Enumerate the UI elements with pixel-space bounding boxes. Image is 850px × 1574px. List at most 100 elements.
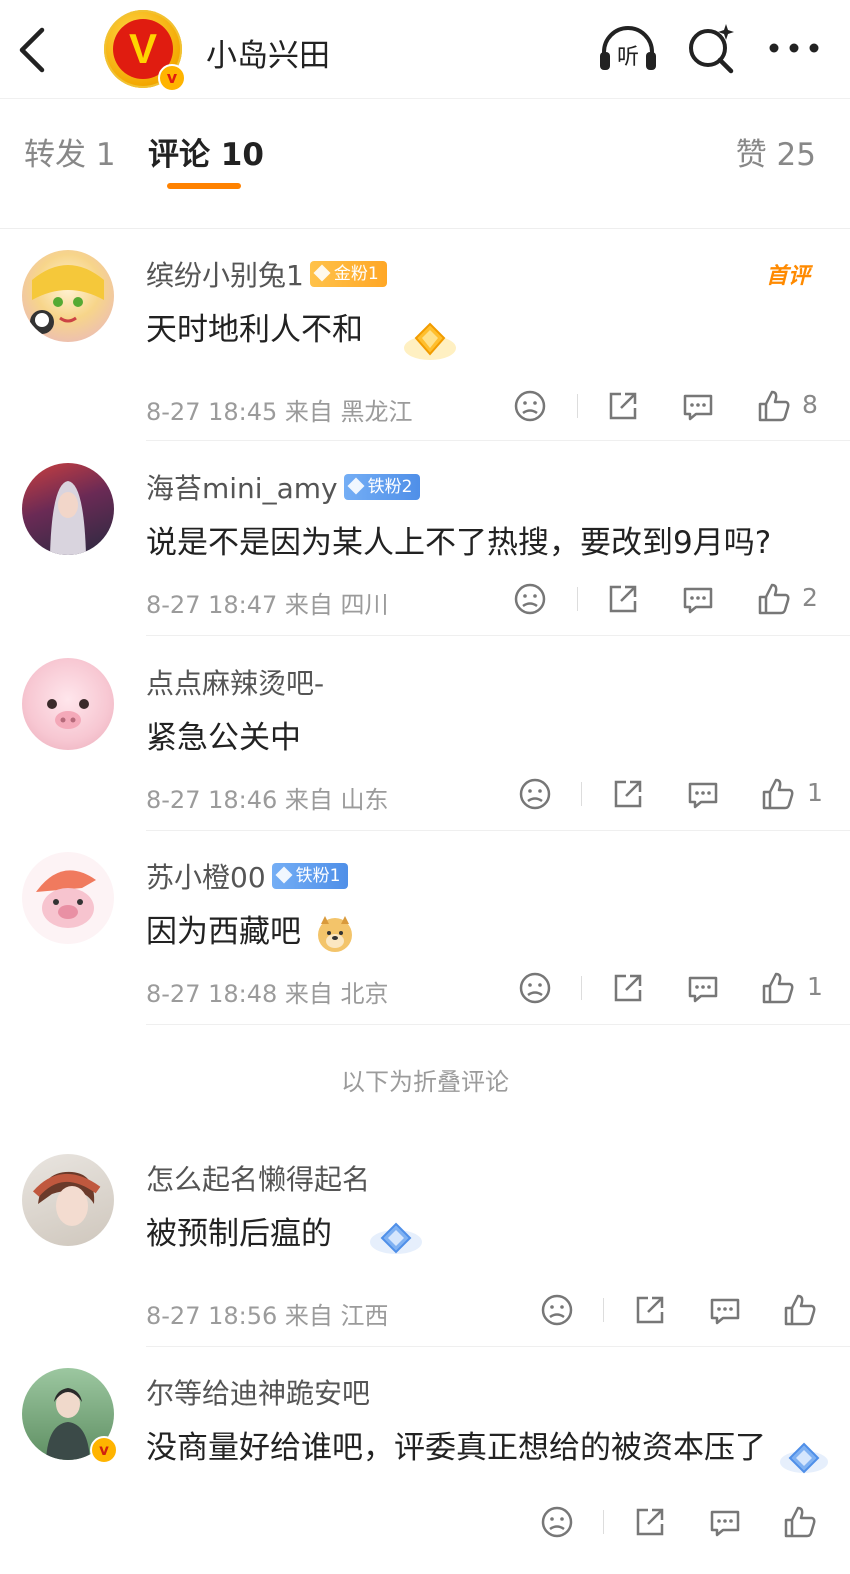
share-icon[interactable] bbox=[605, 388, 641, 424]
comment-actions: 1 bbox=[517, 776, 837, 812]
dislike-face-icon[interactable] bbox=[512, 581, 548, 617]
like-count: 2 bbox=[802, 583, 818, 612]
dislike-face-icon[interactable] bbox=[517, 970, 553, 1006]
comment-divider bbox=[146, 1024, 850, 1025]
share-icon[interactable] bbox=[610, 776, 646, 812]
comment-username[interactable]: 缤纷小别兔1 金粉1 bbox=[146, 254, 387, 294]
comment-text: 因为西藏吧 bbox=[146, 906, 355, 954]
top-bar: V v 小岛兴田 听 bbox=[0, 0, 850, 98]
share-icon[interactable] bbox=[605, 581, 641, 617]
dislike-face-icon[interactable] bbox=[512, 388, 548, 424]
user-avatar[interactable] bbox=[22, 658, 114, 750]
comment-divider bbox=[146, 830, 850, 831]
user-avatar[interactable] bbox=[22, 1154, 114, 1246]
comment-meta: 8-27 18:46 来自 山东 bbox=[146, 780, 389, 815]
comment-text: 紧急公关中 bbox=[146, 720, 301, 756]
comment-text: 没商量好给谁吧，评委真正想给的被资本压了 bbox=[146, 1430, 766, 1466]
action-separator bbox=[603, 1510, 604, 1534]
reply-comment-icon[interactable] bbox=[707, 1292, 743, 1328]
comment-meta: 8-27 18:45 来自 黑龙江 bbox=[146, 392, 413, 427]
fan-badge: 铁粉1 bbox=[271, 863, 349, 889]
user-avatar[interactable] bbox=[22, 463, 114, 555]
tab-bar: 转发 1 评论 10 赞 25 bbox=[0, 98, 850, 195]
active-tab-indicator bbox=[167, 183, 241, 189]
username-text[interactable]: 尔等给迪神跪安吧 bbox=[146, 1377, 370, 1410]
comment-time: 8-27 18:56 bbox=[146, 1302, 278, 1330]
username-text[interactable]: 苏小橙00 bbox=[146, 861, 266, 894]
username-text[interactable]: 怎么起名懒得起名 bbox=[146, 1163, 370, 1196]
share-icon[interactable] bbox=[632, 1504, 668, 1540]
comment-time: 8-27 18:48 bbox=[146, 980, 278, 1008]
like-thumb-icon[interactable] bbox=[760, 970, 796, 1006]
comment-location: 来自 山东 bbox=[284, 786, 389, 814]
comment-text: 天时地利人不和 bbox=[146, 312, 363, 348]
dislike-face-icon[interactable] bbox=[539, 1292, 575, 1328]
action-separator bbox=[577, 587, 578, 611]
action-separator bbox=[603, 1298, 604, 1322]
comment-username[interactable]: 尔等给迪神跪安吧 bbox=[146, 1372, 370, 1412]
avatar-cartoon-icon bbox=[30, 265, 104, 334]
previous-comment-cutoff bbox=[0, 194, 850, 229]
like-thumb-icon[interactable] bbox=[782, 1504, 818, 1540]
dislike-face-icon[interactable] bbox=[517, 776, 553, 812]
comment-actions bbox=[539, 1504, 839, 1540]
tab-comments[interactable]: 评论 10 bbox=[148, 129, 264, 174]
comment-text: 说是不是因为某人上不了热搜，要改到9月吗? bbox=[146, 525, 772, 561]
like-count: 1 bbox=[807, 778, 823, 807]
comment-meta: 8-27 18:56 来自 江西 bbox=[146, 1296, 389, 1331]
action-separator bbox=[581, 782, 582, 806]
username-text[interactable]: 缤纷小别兔1 bbox=[146, 259, 304, 292]
page-title: 小岛兴田 bbox=[206, 38, 330, 74]
fan-badge: 金粉1 bbox=[309, 261, 387, 287]
reply-comment-icon[interactable] bbox=[685, 970, 721, 1006]
verified-badge-icon: v bbox=[90, 1436, 118, 1464]
listen-label: 听 bbox=[617, 45, 639, 70]
user-avatar[interactable] bbox=[22, 852, 114, 944]
comment-location: 来自 四川 bbox=[284, 591, 389, 619]
pig-face-icon bbox=[47, 699, 89, 729]
search-icon[interactable] bbox=[686, 22, 736, 74]
comment-actions: 1 bbox=[517, 970, 837, 1006]
action-separator bbox=[577, 394, 578, 418]
like-thumb-icon[interactable] bbox=[782, 1292, 818, 1328]
action-separator bbox=[581, 976, 582, 1000]
like-thumb-icon[interactable] bbox=[760, 776, 796, 812]
share-icon[interactable] bbox=[610, 970, 646, 1006]
reply-comment-icon[interactable] bbox=[707, 1504, 743, 1540]
comment-divider bbox=[146, 1346, 850, 1347]
pig-cap-icon bbox=[36, 870, 96, 928]
folded-comments-label[interactable]: 以下为折叠评论 bbox=[0, 1062, 850, 1097]
reply-comment-icon[interactable] bbox=[685, 776, 721, 812]
comment-text-body: 因为西藏吧 bbox=[146, 914, 301, 950]
iron-fan-decoration-icon bbox=[370, 1222, 422, 1254]
tab-reposts[interactable]: 转发 1 bbox=[24, 129, 116, 174]
account-avatar[interactable]: V v bbox=[104, 10, 186, 92]
comment-time: 8-27 18:47 bbox=[146, 591, 278, 619]
like-count: 1 bbox=[807, 972, 823, 1001]
comment-divider bbox=[146, 635, 850, 636]
listen-headphones-icon[interactable]: 听 bbox=[598, 22, 658, 74]
like-thumb-icon[interactable] bbox=[756, 581, 792, 617]
back-arrow-icon[interactable] bbox=[14, 24, 54, 76]
tab-likes[interactable]: 赞 25 bbox=[736, 129, 816, 174]
username-text[interactable]: 点点麻辣烫吧- bbox=[146, 667, 324, 700]
comment-username[interactable]: 怎么起名懒得起名 bbox=[146, 1158, 370, 1198]
avatar-portrait-icon bbox=[32, 1171, 101, 1226]
doge-emoji-icon bbox=[317, 915, 352, 952]
comment-meta: 8-27 18:48 来自 北京 bbox=[146, 974, 389, 1009]
reply-comment-icon[interactable] bbox=[680, 388, 716, 424]
like-count: 8 bbox=[802, 390, 818, 419]
first-comment-tag: 首评 bbox=[765, 264, 810, 289]
comment-actions: 2 bbox=[512, 581, 832, 617]
reply-comment-icon[interactable] bbox=[680, 581, 716, 617]
dislike-face-icon[interactable] bbox=[539, 1504, 575, 1540]
like-thumb-icon[interactable] bbox=[756, 388, 792, 424]
user-avatar[interactable] bbox=[22, 250, 114, 342]
username-text[interactable]: 海苔mini_amy bbox=[146, 472, 338, 505]
comment-meta: 8-27 18:47 来自 四川 bbox=[146, 585, 389, 620]
comment-username[interactable]: 苏小橙00 铁粉1 bbox=[146, 856, 349, 896]
share-icon[interactable] bbox=[632, 1292, 668, 1328]
comment-username[interactable]: 海苔mini_amy 铁粉2 bbox=[146, 467, 421, 507]
more-options-icon[interactable] bbox=[768, 22, 820, 74]
comment-username[interactable]: 点点麻辣烫吧- bbox=[146, 662, 324, 702]
